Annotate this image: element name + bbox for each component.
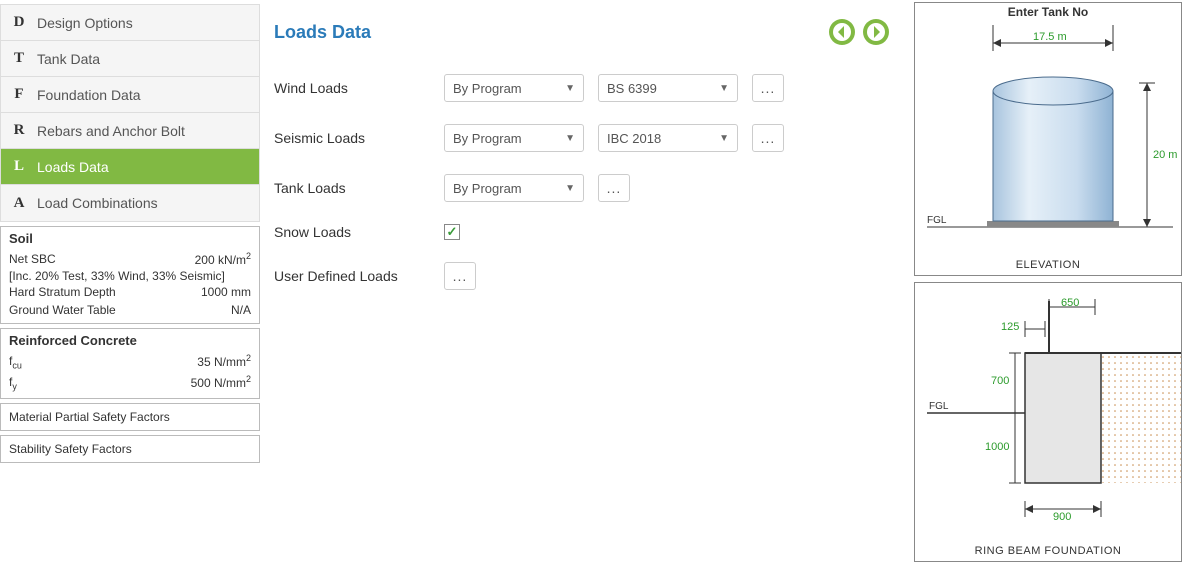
foundation-svg	[915, 283, 1183, 543]
chevron-down-icon: ▼	[565, 183, 575, 194]
nav-rebars[interactable]: R Rebars and Anchor Bolt	[1, 113, 259, 149]
net-sbc-value: 200 kN/m2	[195, 250, 251, 269]
panel-concrete-heading: Reinforced Concrete	[9, 333, 251, 348]
nav-letter: F	[1, 86, 37, 103]
dim-900: 900	[1053, 511, 1071, 523]
nav-label: Loads Data	[37, 159, 109, 175]
snow-loads-checkbox[interactable]: ✓	[444, 224, 460, 240]
sidebar-nav: D Design Options T Tank Data F Foundatio…	[0, 4, 260, 222]
panel-soil-heading: Soil	[9, 231, 251, 246]
nav-letter: T	[1, 50, 37, 67]
nav-tank-data[interactable]: T Tank Data	[1, 41, 259, 77]
nav-loads-data[interactable]: L Loads Data	[1, 149, 259, 185]
foundation-diagram: 650 125 700 1000 900 FGL RING BEAM FOUND…	[914, 282, 1182, 562]
nav-label: Rebars and Anchor Bolt	[37, 123, 185, 139]
elevation-caption: ELEVATION	[915, 259, 1181, 271]
snow-loads-label: Snow Loads	[274, 224, 444, 240]
user-loads-label: User Defined Loads	[274, 268, 444, 284]
seismic-loads-more-button[interactable]: ...	[752, 124, 784, 152]
panel-concrete: Reinforced Concrete fcu 35 N/mm2 fy 500 …	[0, 328, 260, 399]
prev-button[interactable]	[828, 18, 856, 46]
page-title: Loads Data	[274, 22, 371, 43]
chevron-down-icon: ▼	[719, 133, 729, 144]
nav-label: Load Combinations	[37, 195, 158, 211]
gwt-label: Ground Water Table	[9, 301, 116, 319]
fcu-label: fcu	[9, 352, 22, 373]
seismic-loads-method-select[interactable]: By Program ▼	[444, 124, 584, 152]
dim-700: 700	[991, 375, 1009, 387]
dim-650: 650	[1061, 297, 1079, 309]
net-sbc-label: Net SBC	[9, 250, 56, 269]
hard-stratum-value: 1000 mm	[201, 283, 251, 301]
dim-1000: 1000	[985, 441, 1009, 453]
nav-letter: A	[1, 195, 37, 212]
user-loads-more-button[interactable]: ...	[444, 262, 476, 290]
tank-loads-label: Tank Loads	[274, 180, 444, 196]
seismic-loads-code-select[interactable]: IBC 2018 ▼	[598, 124, 738, 152]
panel-soil: Soil Net SBC 200 kN/m2 [Inc. 20% Test, 3…	[0, 226, 260, 324]
next-button[interactable]	[862, 18, 890, 46]
fgl-label: FGL	[927, 215, 946, 226]
chevron-down-icon: ▼	[565, 133, 575, 144]
gwt-value: N/A	[231, 301, 251, 319]
fy-value: 500 N/mm2	[191, 373, 251, 394]
seismic-loads-label: Seismic Loads	[274, 130, 444, 146]
nav-load-combinations[interactable]: A Load Combinations	[1, 185, 259, 221]
nav-letter: R	[1, 122, 37, 139]
wind-loads-code-select[interactable]: BS 6399 ▼	[598, 74, 738, 102]
wind-loads-more-button[interactable]: ...	[752, 74, 784, 102]
tank-loads-method-select[interactable]: By Program ▼	[444, 174, 584, 202]
nav-label: Tank Data	[37, 51, 100, 67]
chevron-down-icon: ▼	[565, 83, 575, 94]
nav-design-options[interactable]: D Design Options	[1, 5, 259, 41]
nav-label: Foundation Data	[37, 87, 141, 103]
nav-label: Design Options	[37, 15, 133, 31]
panel-mpsf[interactable]: Material Partial Safety Factors	[0, 403, 260, 431]
fy-label: fy	[9, 373, 17, 394]
nav-letter: L	[1, 158, 37, 175]
wind-loads-method-select[interactable]: By Program ▼	[444, 74, 584, 102]
wind-loads-label: Wind Loads	[274, 80, 444, 96]
tank-diameter: 17.5 m	[1033, 31, 1067, 43]
hard-stratum-label: Hard Stratum Depth	[9, 283, 116, 301]
tank-loads-more-button[interactable]: ...	[598, 174, 630, 202]
tank-height: 20 m	[1153, 149, 1177, 161]
foundation-caption: RING BEAM FOUNDATION	[915, 545, 1181, 557]
elevation-diagram: Enter Tank No	[914, 2, 1182, 276]
net-sbc-note: [Inc. 20% Test, 33% Wind, 33% Seismic]	[9, 269, 251, 283]
fcu-value: 35 N/mm2	[197, 352, 251, 373]
chevron-down-icon: ▼	[719, 83, 729, 94]
dim-125: 125	[1001, 321, 1019, 333]
nav-letter: D	[1, 14, 37, 31]
fgl-label-foundation: FGL	[929, 401, 948, 412]
nav-foundation-data[interactable]: F Foundation Data	[1, 77, 259, 113]
panel-ssf[interactable]: Stability Safety Factors	[0, 435, 260, 463]
